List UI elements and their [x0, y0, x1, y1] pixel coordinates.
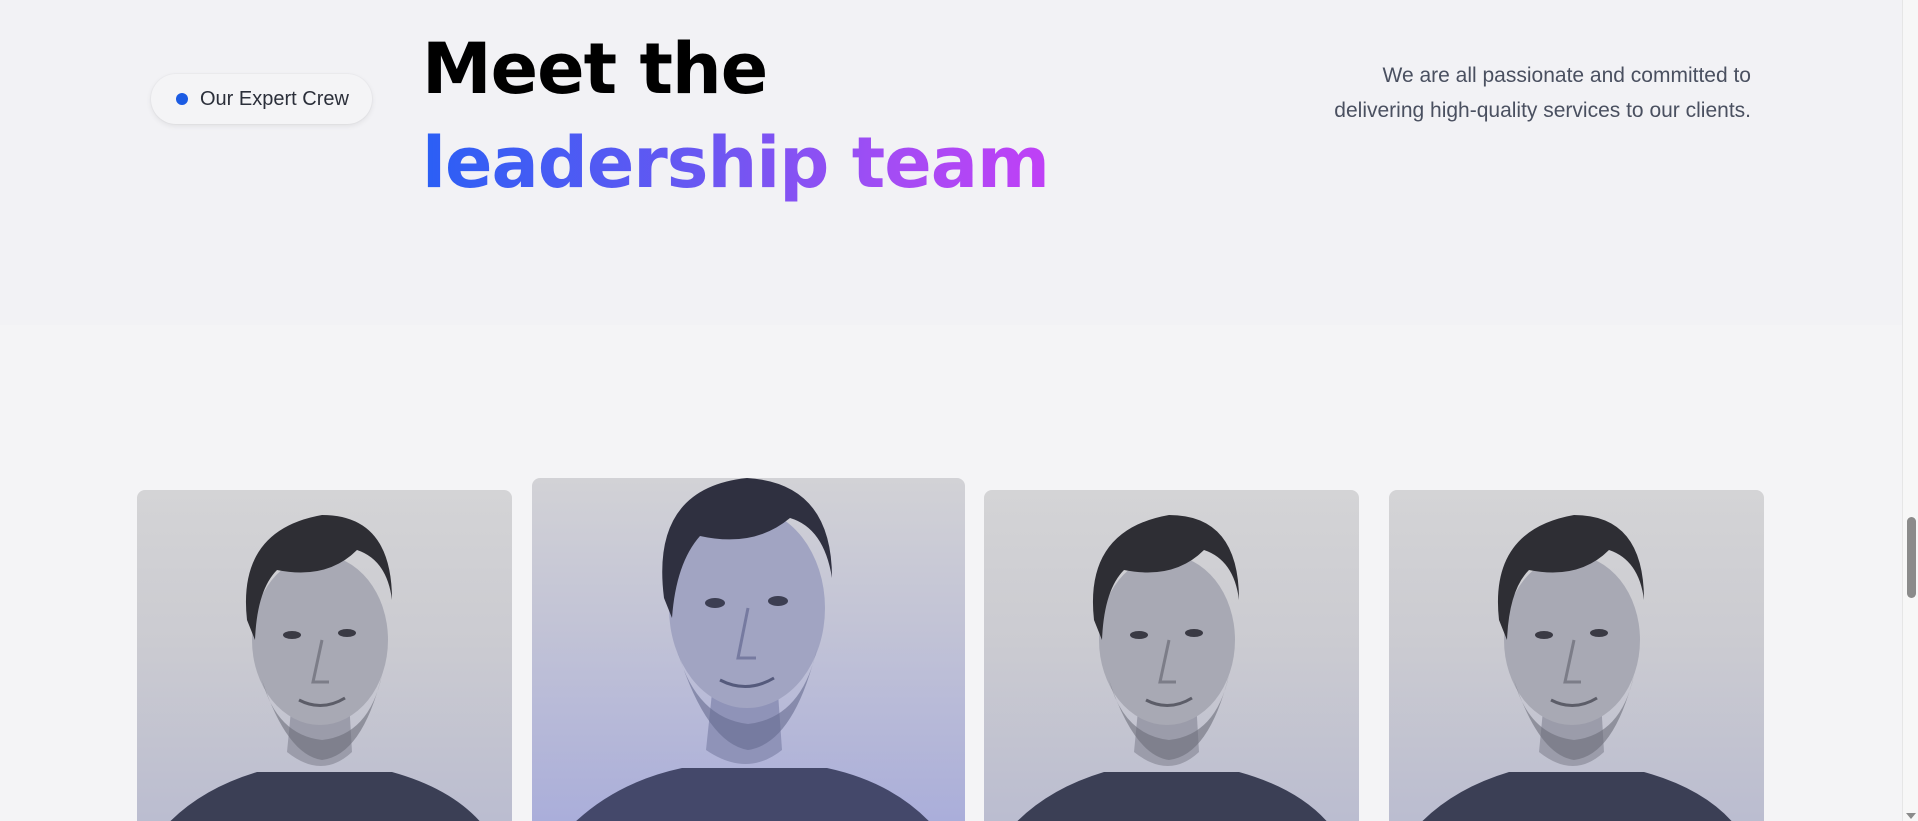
team-card-4[interactable] [1389, 490, 1764, 821]
team-card-3[interactable] [984, 490, 1359, 821]
team-card-2-featured[interactable] [532, 478, 965, 821]
section-description: We are all passionate and committed to d… [1334, 64, 1751, 122]
portrait-photo-icon [1422, 515, 1732, 821]
title-line-2-gradient: leadership team [422, 116, 1050, 210]
team-card-1[interactable] [137, 490, 512, 821]
scrollbar-thumb[interactable] [1907, 517, 1916, 598]
section-title: Meet the leadership team [422, 22, 1050, 210]
scroll-down-arrow-icon[interactable] [1906, 813, 1916, 819]
section-badge: Our Expert Crew [151, 74, 372, 124]
portrait-photo-icon [1017, 515, 1327, 821]
portrait-photo-icon [576, 478, 929, 821]
dot-icon [176, 93, 188, 105]
badge-label: Our Expert Crew [200, 87, 349, 110]
page-scrollbar[interactable] [1902, 0, 1918, 821]
title-line-1: Meet the [422, 28, 768, 110]
portrait-photo-icon [170, 515, 480, 821]
team-section: Our Expert Crew Meet the leadership team… [0, 0, 1918, 821]
